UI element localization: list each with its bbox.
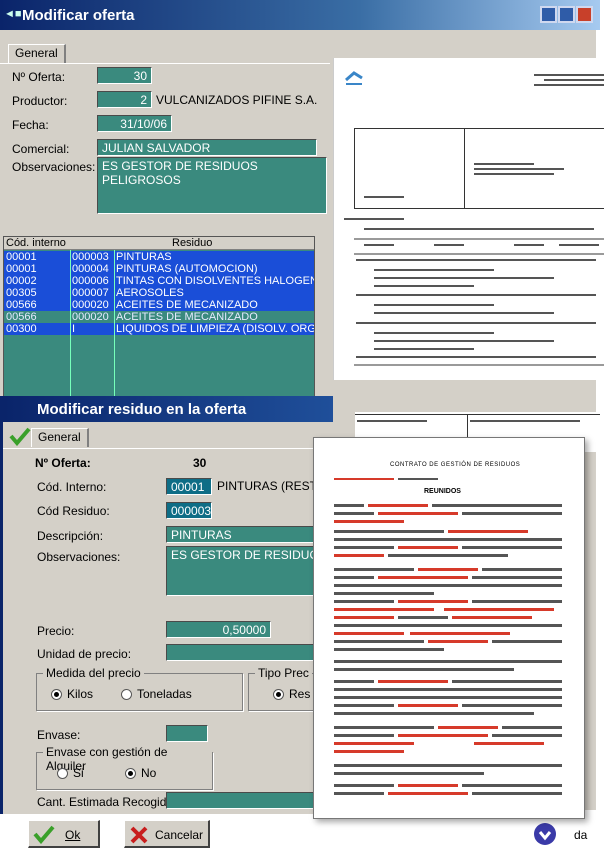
productor-label: Productor: [12,94,68,108]
cancelar-button[interactable]: Cancelar [124,820,210,848]
check-icon [9,426,31,447]
ayuda-button-partial[interactable]: da [574,828,587,842]
envase-field[interactable] [166,725,208,742]
oferta-label: Nº Oferta: [12,70,66,84]
main-title-bar: ◄■ Modificar oferta [0,0,600,30]
contract-document: CONTRATO DE GESTIÓN DE RESIDUOS REUNIDOS [313,437,585,819]
main-window-title: Modificar oferta [22,7,135,24]
si-radio[interactable] [57,768,68,779]
table-row[interactable]: 00566 000020 ACEITES DE MECANIZADO [4,311,314,323]
contract-heading: CONTRATO DE GESTIÓN DE RESIDUOS [390,462,521,468]
ok-check-icon [33,825,55,844]
residuos-grid[interactable]: Cód. interno Residuo 00001 000003 PINTUR… [3,236,315,406]
fecha-field[interactable]: 31/10/06 [97,115,172,132]
table-row[interactable]: 00300 I LIQUIDOS DE LIMPIEZA (DISOLV. OR… [4,323,314,335]
productor-name: VULCANIZADOS PIFINE S.A. [156,93,318,107]
grid-header: Cód. interno Residuo [4,237,314,250]
app-icon: ◄■ [4,8,22,20]
cod-residuo-label: Cód Residuo: [37,504,110,518]
observaciones-label: Observaciones: [12,160,96,174]
cantidad-field[interactable] [166,792,331,809]
company-logo [344,70,364,86]
medida-precio-label: Medida del precio [43,666,144,680]
envase-label: Envase: [37,728,81,742]
residue-observaciones-label: Observaciones: [37,550,121,564]
res-radio[interactable] [273,689,284,700]
residue-observaciones-field[interactable]: ES GESTOR DE RESIDUOS [166,546,331,596]
table-row[interactable]: 00001 000003 PINTURAS [4,251,314,263]
si-label: Si [73,766,84,780]
cancel-x-icon [130,826,148,844]
medida-precio-group: Medida del precio Kilos Toneladas [36,666,243,711]
residue-oferta-label: Nº Oferta: [35,456,91,470]
envase-alquiler-group: Envase con gestión de Alquiler Si No [36,745,213,790]
maximize-button[interactable] [558,6,575,23]
tipo-precio-label: Tipo Prec [255,666,312,680]
minimize-button[interactable] [540,6,557,23]
residue-window: Modificar residuo en la oferta General N… [0,396,339,814]
table-row[interactable]: 00002 000006 TINTAS CON DISOLVENTES HALO… [4,275,314,287]
tab-general-residue[interactable]: General [31,428,89,447]
close-button[interactable] [576,6,593,23]
toneladas-radio[interactable] [121,689,132,700]
residue-oferta-value: 30 [193,456,207,470]
descripcion-field[interactable]: PINTURAS [166,526,331,543]
unidad-precio-field[interactable] [166,644,331,661]
ok-button[interactable]: Ok [28,820,100,848]
unidad-precio-label: Unidad de precio: [37,647,132,661]
comercial-field[interactable]: JULIAN SALVADOR [97,139,317,156]
descripcion-label: Descripción: [37,529,104,543]
cod-interno-text: PINTURAS (REST [217,479,318,493]
cod-residuo-field[interactable]: 000003 [166,502,212,519]
comercial-label: Comercial: [12,142,70,156]
precio-label: Precio: [37,624,75,638]
no-radio[interactable] [125,768,136,779]
document-preview-page [333,58,610,380]
cantidad-label: Cant. Estimada Recogida: [37,795,177,809]
residue-window-title: Modificar residuo en la oferta [37,401,247,418]
cod-interno-field[interactable]: 00001 [166,478,212,495]
table-row[interactable]: 00305 000007 AEROSOLES [4,287,314,299]
res-label: Res [289,687,311,701]
fecha-label: Fecha: [12,118,49,132]
toneladas-label: Toneladas [137,687,192,701]
precio-field[interactable]: 0,50000 [166,621,271,638]
header-cod-interno[interactable]: Cód. interno [6,237,66,249]
cod-interno-label: Cód. Interno: [37,480,107,494]
kilos-label: Kilos [67,687,94,701]
productor-num-field[interactable]: 2 [97,91,152,108]
help-icon [530,820,560,848]
observaciones-field[interactable]: ES GESTOR DE RESIDUOS PELIGROSOS [97,157,327,214]
reunidos-heading: REUNIDOS [424,488,461,495]
table-row[interactable]: 00566 000020 ACEITES DE MECANIZADO [4,299,314,311]
table-row[interactable]: 00001 000004 PINTURAS (AUTOMOCION) [4,263,314,275]
tab-general[interactable]: General [8,44,66,63]
kilos-radio[interactable] [51,689,62,700]
header-residuo[interactable]: Residuo [172,237,212,249]
oferta-field[interactable]: 30 [97,67,152,84]
no-label: No [141,766,157,780]
residue-title-bar: Modificar residuo en la oferta [3,396,333,422]
